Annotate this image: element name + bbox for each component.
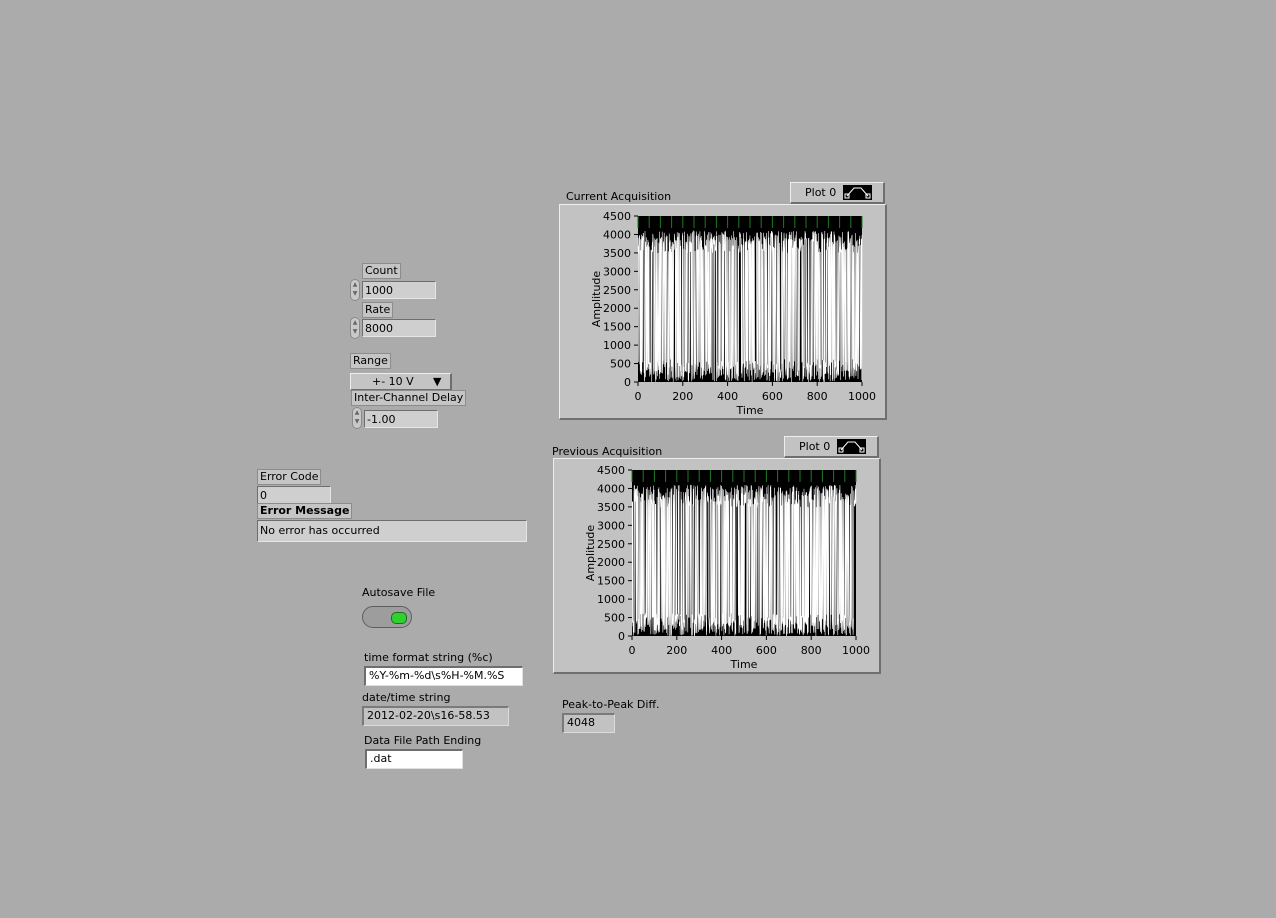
y-tick-label: 2000 bbox=[603, 302, 631, 315]
datetime-label: date/time string bbox=[362, 691, 451, 704]
range-label: Range bbox=[350, 353, 391, 369]
current-xlabel: Time bbox=[736, 404, 764, 417]
y-tick-label: 2500 bbox=[603, 284, 631, 297]
autosave-toggle[interactable] bbox=[362, 606, 412, 628]
x-tick-label: 800 bbox=[807, 390, 828, 403]
error-message-value: No error has occurred bbox=[257, 520, 527, 542]
count-increment-decrement[interactable]: ▲ ▼ bbox=[350, 279, 360, 301]
inter-channel-delay-input[interactable]: -1.00 bbox=[364, 410, 438, 428]
y-tick-label: 500 bbox=[610, 358, 631, 371]
y-tick-label: 0 bbox=[624, 376, 631, 389]
range-select[interactable]: +- 10 V ▼ bbox=[350, 373, 452, 391]
inter-channel-delay-label: Inter-Channel Delay bbox=[351, 390, 467, 406]
count-label: Count bbox=[362, 263, 401, 279]
previous-acquisition-plot-svg: Time 45004000350030002500200015001000500… bbox=[584, 464, 870, 671]
rate-label: Rate bbox=[362, 302, 394, 318]
x-tick-label: 800 bbox=[801, 644, 822, 657]
rate-increment-decrement[interactable]: ▲ ▼ bbox=[350, 317, 360, 339]
plot-0-trace bbox=[631, 484, 857, 637]
y-tick-label: 3000 bbox=[597, 519, 625, 532]
x-tick-label: 400 bbox=[717, 390, 738, 403]
y-tick-label: 4500 bbox=[597, 464, 625, 477]
current-acquisition-title: Current Acquisition bbox=[566, 190, 672, 203]
data-file-path-input[interactable]: .dat bbox=[365, 749, 463, 769]
peak-to-peak-label: Peak-to-Peak Diff. bbox=[562, 698, 660, 711]
rate-input[interactable]: 8000 bbox=[362, 319, 436, 337]
error-code-label: Error Code bbox=[257, 469, 322, 485]
y-tick-label: 1000 bbox=[603, 339, 631, 352]
y-tick-label: 500 bbox=[604, 612, 625, 625]
x-tick-label: 0 bbox=[629, 644, 636, 657]
previous-xlabel: Time bbox=[730, 658, 758, 671]
y-tick-label: 1000 bbox=[597, 593, 625, 606]
current-acquisition-plot-svg: Time 45004000350030002500200015001000500… bbox=[590, 210, 876, 417]
error-message-label: Error Message bbox=[257, 503, 353, 519]
x-tick-label: 0 bbox=[635, 390, 642, 403]
range-selected-value: +- 10 V bbox=[372, 375, 414, 388]
time-format-label: time format string (%c) bbox=[364, 651, 493, 664]
plot-0-trace bbox=[637, 230, 863, 383]
datetime-value: 2012-02-20\s16-58.53 bbox=[362, 706, 509, 726]
inter-channel-delay-increment-decrement[interactable]: ▲ ▼ bbox=[352, 407, 362, 429]
y-tick-label: 3000 bbox=[603, 265, 631, 278]
previous-plot-legend[interactable]: Plot 0 bbox=[784, 436, 879, 458]
y-tick-label: 3500 bbox=[603, 247, 631, 260]
x-tick-label: 600 bbox=[756, 644, 777, 657]
chevron-down-icon: ▼ bbox=[433, 375, 442, 388]
autosave-led-indicator bbox=[391, 612, 407, 624]
y-tick-label: 1500 bbox=[603, 321, 631, 334]
current-acquisition-graph[interactable]: Time 4500 4000 3500 3000 2500 2000 1500 1000 500… bbox=[559, 204, 887, 420]
count-input[interactable]: 1000 bbox=[362, 281, 436, 299]
y-tick-label: 3500 bbox=[597, 501, 625, 514]
plot-style-icon bbox=[837, 439, 866, 454]
data-file-path-label: Data File Path Ending bbox=[364, 734, 482, 747]
time-format-input[interactable]: %Y-%m-%d\s%H-%M.%S bbox=[364, 666, 523, 686]
x-tick-label: 600 bbox=[762, 390, 783, 403]
x-tick-label: 1000 bbox=[842, 644, 870, 657]
y-tick-label: 1500 bbox=[597, 575, 625, 588]
previous-acquisition-title: Previous Acquisition bbox=[552, 445, 663, 458]
y-axis-label: Amplitude bbox=[584, 525, 597, 582]
current-legend-label: Plot 0 bbox=[805, 186, 837, 199]
previous-legend-label: Plot 0 bbox=[799, 440, 831, 453]
plot-style-icon bbox=[843, 185, 872, 200]
autosave-label: Autosave File bbox=[362, 586, 436, 599]
y-tick-label: 4500 bbox=[603, 210, 631, 223]
y-axis-label: Amplitude bbox=[590, 271, 603, 328]
peak-to-peak-value: 4048 bbox=[562, 713, 615, 733]
y-tick-label: 0 bbox=[618, 630, 625, 643]
error-code-value: 0 bbox=[257, 486, 331, 504]
y-tick-label: 2500 bbox=[597, 538, 625, 551]
y-tick-label: 4000 bbox=[597, 482, 625, 495]
current-plot-legend[interactable]: Plot 0 bbox=[790, 182, 885, 204]
x-tick-label: 200 bbox=[666, 644, 687, 657]
x-tick-label: 400 bbox=[711, 644, 732, 657]
y-tick-label: 4000 bbox=[603, 228, 631, 241]
x-tick-label: 200 bbox=[672, 390, 693, 403]
previous-acquisition-graph[interactable]: Time 4500 4000 3500 3000 2500 2000 1500 1000 500… bbox=[553, 458, 881, 674]
y-tick-label: 2000 bbox=[597, 556, 625, 569]
x-tick-label: 1000 bbox=[848, 390, 876, 403]
